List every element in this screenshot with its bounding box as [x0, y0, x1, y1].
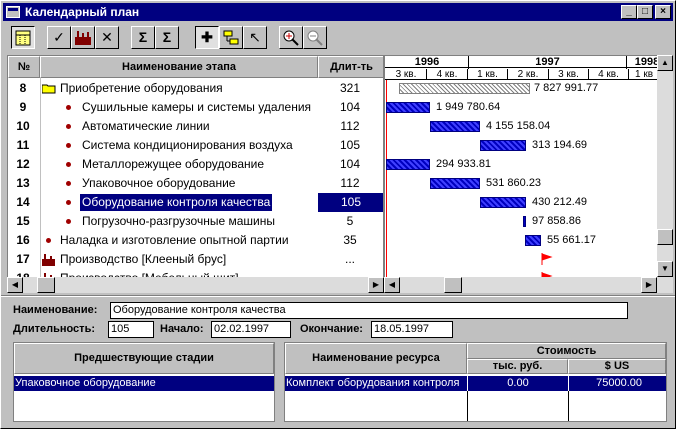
maximize-button[interactable]: □: [637, 5, 653, 19]
bullet-icon: [66, 143, 71, 148]
gantt-horizontal-scrollbar[interactable]: ◀ ▶: [384, 277, 673, 293]
table-row[interactable]: 11 Система кондиционирования воздуха 105: [8, 136, 383, 155]
resource-row[interactable]: Комплект оборудования контроля 0.00 7500…: [285, 376, 666, 391]
bullet-icon: [66, 219, 71, 224]
table-row[interactable]: 8 Приобретение оборудования 321: [8, 79, 383, 98]
rub-header: тыс. руб.: [467, 359, 568, 374]
sum-right-icon[interactable]: Σ: [155, 26, 179, 49]
zoom-out-icon[interactable]: [303, 26, 327, 49]
year-label: 1997: [469, 56, 627, 69]
name-label: Наименование:: [13, 304, 98, 316]
scroll-thumb[interactable]: [657, 229, 673, 245]
scroll-up-button[interactable]: ▲: [657, 55, 673, 71]
toolbar: ✓ ✕ Σ Σ ✚ ↖: [3, 23, 673, 53]
calendar-plan-window: Календарный план _ □ × ✓ ✕ Σ Σ ✚ ↖ № Наи…: [0, 0, 676, 429]
start-label: Начало:: [160, 323, 204, 335]
bullet-icon: [46, 238, 51, 243]
usd-header: $ US: [568, 359, 666, 374]
bullet-icon: [66, 124, 71, 129]
column-header-num[interactable]: №: [8, 56, 40, 78]
end-date-field[interactable]: 18.05.1997: [371, 321, 453, 338]
gantt-bar[interactable]: [480, 197, 526, 208]
start-date-field[interactable]: 02.02.1997: [211, 321, 291, 338]
folder-icon: [42, 84, 56, 94]
scroll-thumb[interactable]: [444, 277, 462, 293]
sum-down-icon[interactable]: Σ: [131, 26, 155, 49]
gantt-bar[interactable]: [523, 216, 526, 227]
gantt-chart: 1996 1997 1998 3 кв. 4 кв. 1 кв. 2 кв. 3…: [384, 55, 673, 293]
factory-icon: [42, 254, 55, 266]
quarter-label: 3 кв.: [549, 69, 589, 80]
table-horizontal-scrollbar[interactable]: ◀ ▶: [7, 277, 384, 293]
table-row[interactable]: 16 Наладка и изготовление опытной партии…: [8, 231, 383, 250]
gantt-bar[interactable]: [525, 235, 541, 246]
table-row[interactable]: 13 Упаковочное оборудование 112: [8, 174, 383, 193]
quarter-label: 3 кв.: [386, 69, 427, 80]
checkmark-icon[interactable]: ✓: [47, 26, 71, 49]
duration-label: Длительность:: [13, 323, 95, 335]
close-button[interactable]: ×: [655, 5, 671, 19]
quarter-label: 4 кв.: [427, 69, 468, 80]
predecessor-item[interactable]: Упаковочное оборудование: [14, 376, 274, 391]
quarter-label: 4 кв.: [589, 69, 629, 80]
gantt-bar[interactable]: [480, 140, 526, 151]
column-header-name[interactable]: Наименование этапа: [40, 56, 318, 78]
bullet-icon: [66, 200, 71, 205]
name-field[interactable]: Оборудование контроля качества: [110, 302, 628, 319]
column-header-duration[interactable]: Длит-ть: [318, 56, 383, 78]
duration-field[interactable]: 105: [108, 321, 154, 338]
scroll-left-button[interactable]: ◀: [384, 277, 400, 293]
cost-header: Стоимость: [467, 343, 666, 359]
scroll-right-button[interactable]: ▶: [368, 277, 384, 293]
factory-icon[interactable]: [71, 26, 95, 49]
gantt-bar[interactable]: [386, 102, 430, 113]
quarter-label: 2 кв.: [508, 69, 549, 80]
gantt-bar[interactable]: [399, 83, 530, 94]
scroll-left-button[interactable]: ◀: [7, 277, 23, 293]
table-row[interactable]: 17 Производство [Клееный брус] ...: [8, 250, 383, 269]
bullet-icon: [66, 181, 71, 186]
table-row[interactable]: 12 Металлорежущее оборудование 104: [8, 155, 383, 174]
table-row[interactable]: 9 Сушильные камеры и системы удаления 10…: [8, 98, 383, 117]
table-row[interactable]: 10 Автоматические линии 112: [8, 117, 383, 136]
delete-icon[interactable]: ✕: [95, 26, 119, 49]
bullet-icon: [66, 162, 71, 167]
minimize-button[interactable]: _: [621, 5, 637, 19]
gantt-bar[interactable]: [430, 121, 480, 132]
gantt-bar[interactable]: [386, 159, 430, 170]
pointer-icon[interactable]: ↖: [243, 26, 267, 49]
resource-name-header: Наименование ресурса: [285, 343, 467, 374]
table-row[interactable]: 15 Погрузочно-разгрузочные машины 5: [8, 212, 383, 231]
window-icon: [6, 6, 20, 18]
quarter-label: 1 кв: [634, 69, 654, 80]
window-title: Календарный план: [25, 5, 140, 19]
flag-icon: [541, 253, 553, 265]
stages-table: № Наименование этапа Длит-ть 8 Приобрете…: [7, 55, 384, 293]
title-bar: Календарный план _ □ ×: [3, 3, 673, 21]
table-row-selected[interactable]: 14 Оборудование контроля качества 105: [8, 192, 383, 213]
gantt-bar[interactable]: [430, 178, 480, 189]
predecessors-header: Предшествующие стадии: [14, 343, 274, 374]
bullet-icon: [66, 105, 71, 110]
year-label: 1996: [386, 56, 469, 69]
end-label: Окончание:: [300, 323, 363, 335]
predecessors-list: Предшествующие стадии Упаковочное оборуд…: [13, 342, 275, 422]
calendar-view-icon[interactable]: [11, 26, 35, 49]
add-icon[interactable]: ✚: [195, 26, 219, 49]
quarter-label: 1 кв.: [468, 69, 508, 80]
gantt-vertical-scrollbar[interactable]: ▲ ▼: [657, 55, 673, 277]
resources-table: Наименование ресурса Стоимость тыс. руб.…: [284, 342, 667, 422]
scroll-down-button[interactable]: ▼: [657, 261, 673, 277]
scroll-thumb[interactable]: [37, 277, 55, 293]
hierarchy-icon[interactable]: [219, 26, 243, 49]
zoom-in-icon[interactable]: [279, 26, 303, 49]
scroll-right-button[interactable]: ▶: [641, 277, 657, 293]
